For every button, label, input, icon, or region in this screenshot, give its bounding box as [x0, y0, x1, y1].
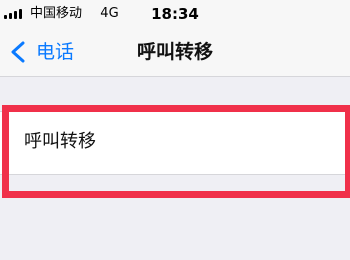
status-time: 18:34 [151, 5, 199, 23]
settings-content: 呼叫转移 [0, 77, 350, 260]
status-bar: 中国移动 4G 18:34 [0, 0, 350, 28]
page-title: 呼叫转移 [136, 41, 213, 63]
call-forwarding-cell[interactable]: 呼叫转移 [0, 111, 350, 175]
call-forwarding-label: 呼叫转移 [24, 131, 96, 152]
navigation-bar: 电话 呼叫转移 [0, 28, 350, 77]
